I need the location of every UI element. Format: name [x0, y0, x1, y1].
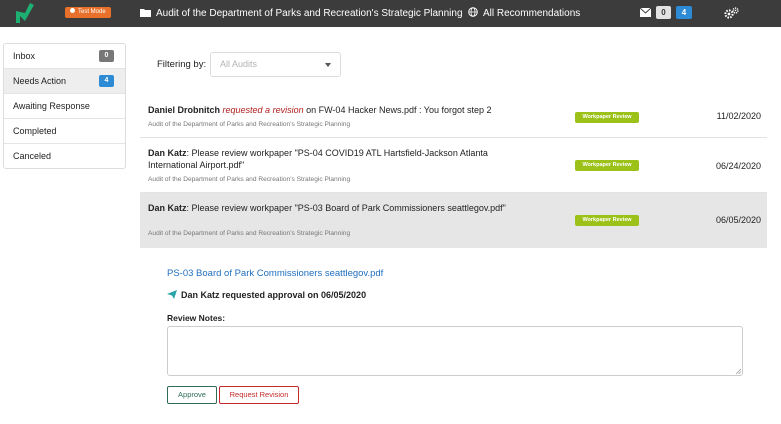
caret-down-icon: [325, 63, 331, 67]
row-action: requested a revision: [222, 105, 304, 115]
recommendation-row-selected[interactable]: Dan Katz: Please review workpaper "PS-03…: [140, 193, 767, 248]
row-text: : Please review workpaper "PS-04 COVID19…: [148, 148, 488, 170]
row-subtitle: Audit of the Department of Parks and Rec…: [148, 176, 351, 183]
request-revision-button[interactable]: Request Revision: [219, 386, 299, 404]
paper-plane-icon: [167, 290, 177, 300]
review-notes-textarea[interactable]: [167, 326, 743, 376]
recommendation-row[interactable]: Dan Katz: Please review workpaper "PS-04…: [140, 139, 767, 193]
sidebar-menu: Inbox 0 Needs Action 4 Awaiting Response…: [3, 43, 126, 169]
resize-grip-icon[interactable]: [735, 368, 741, 374]
workpaper-review-badge: Workpaper Review: [575, 160, 639, 171]
mail-count-badge[interactable]: 0: [656, 6, 671, 19]
approval-request-text: Dan Katz requested approval on 06/05/202…: [181, 290, 367, 300]
row-title: Daniel Drobnitch requested a revision on…: [148, 104, 528, 116]
row-user: Daniel Drobnitch: [148, 105, 221, 115]
row-user: Dan Katz: [148, 148, 187, 158]
sidebar-item-canceled[interactable]: Canceled: [4, 144, 125, 169]
row-date: 06/05/2020: [715, 215, 761, 225]
nav-audit-title: Audit of the Department of Parks and Rec…: [156, 8, 463, 19]
sidebar-item-label: Awaiting Response: [13, 101, 90, 111]
nav-recommendations-label: All Recommendations: [483, 8, 581, 19]
inbox-count-badge: 0: [99, 50, 114, 62]
info-icon: [70, 8, 75, 13]
row-date: 11/02/2020: [716, 111, 761, 121]
filter-label: Filtering by:: [157, 59, 207, 70]
settings-gears-icon[interactable]: [724, 7, 739, 19]
nav-audit-link[interactable]: Audit of the Department of Parks and Rec…: [140, 0, 463, 27]
approve-button[interactable]: Approve: [167, 386, 217, 404]
row-user: Dan Katz: [148, 203, 187, 213]
recommendation-row[interactable]: Daniel Drobnitch requested a revision on…: [140, 95, 767, 138]
workpaper-pdf-link[interactable]: PS-03 Board of Park Commissioners seattl…: [167, 268, 383, 279]
row-title: Dan Katz: Please review workpaper "PS-04…: [148, 147, 528, 171]
review-notes-label: Review Notes:: [167, 313, 226, 323]
approval-request-line: Dan Katz requested approval on 06/05/202…: [167, 290, 366, 300]
app-logo[interactable]: [14, 1, 36, 25]
globe-icon: [468, 7, 478, 18]
test-mode-badge: Test Mode: [65, 7, 111, 18]
row-subtitle: Audit of the Department of Parks and Rec…: [148, 230, 351, 237]
sidebar-item-label: Completed: [13, 126, 57, 136]
mail-icon[interactable]: [640, 8, 651, 17]
sidebar-item-needs-action[interactable]: Needs Action 4: [4, 69, 125, 94]
audit-filter-value: All Audits: [220, 59, 258, 69]
nav-recommendations-link[interactable]: All Recommendations: [468, 0, 580, 27]
row-date: 06/24/2020: [715, 161, 761, 171]
needs-action-count-badge: 4: [99, 75, 114, 87]
sidebar-item-awaiting-response[interactable]: Awaiting Response: [4, 94, 125, 119]
workpaper-review-badge: Workpaper Review: [575, 215, 639, 226]
row-title: Dan Katz: Please review workpaper "PS-03…: [148, 202, 528, 214]
audit-filter-select[interactable]: All Audits: [210, 52, 341, 77]
row-text: on FW-04 Hacker News.pdf : You forgot st…: [303, 105, 492, 115]
top-navbar: Test Mode Audit of the Department of Par…: [0, 0, 781, 27]
sidebar-item-inbox[interactable]: Inbox 0: [4, 44, 125, 69]
workpaper-review-badge: Workpaper Review: [575, 112, 639, 123]
folder-icon: [140, 8, 151, 17]
row-text: : Please review workpaper "PS-03 Board o…: [186, 203, 506, 213]
row-subtitle: Audit of the Department of Parks and Rec…: [148, 121, 351, 128]
sidebar-item-label: Needs Action: [13, 76, 67, 86]
notification-count-badge[interactable]: 4: [676, 6, 692, 19]
sidebar-item-completed[interactable]: Completed: [4, 119, 125, 144]
sidebar-item-label: Inbox: [13, 51, 36, 61]
test-mode-label: Test Mode: [78, 9, 106, 15]
sidebar-item-label: Canceled: [13, 151, 52, 161]
